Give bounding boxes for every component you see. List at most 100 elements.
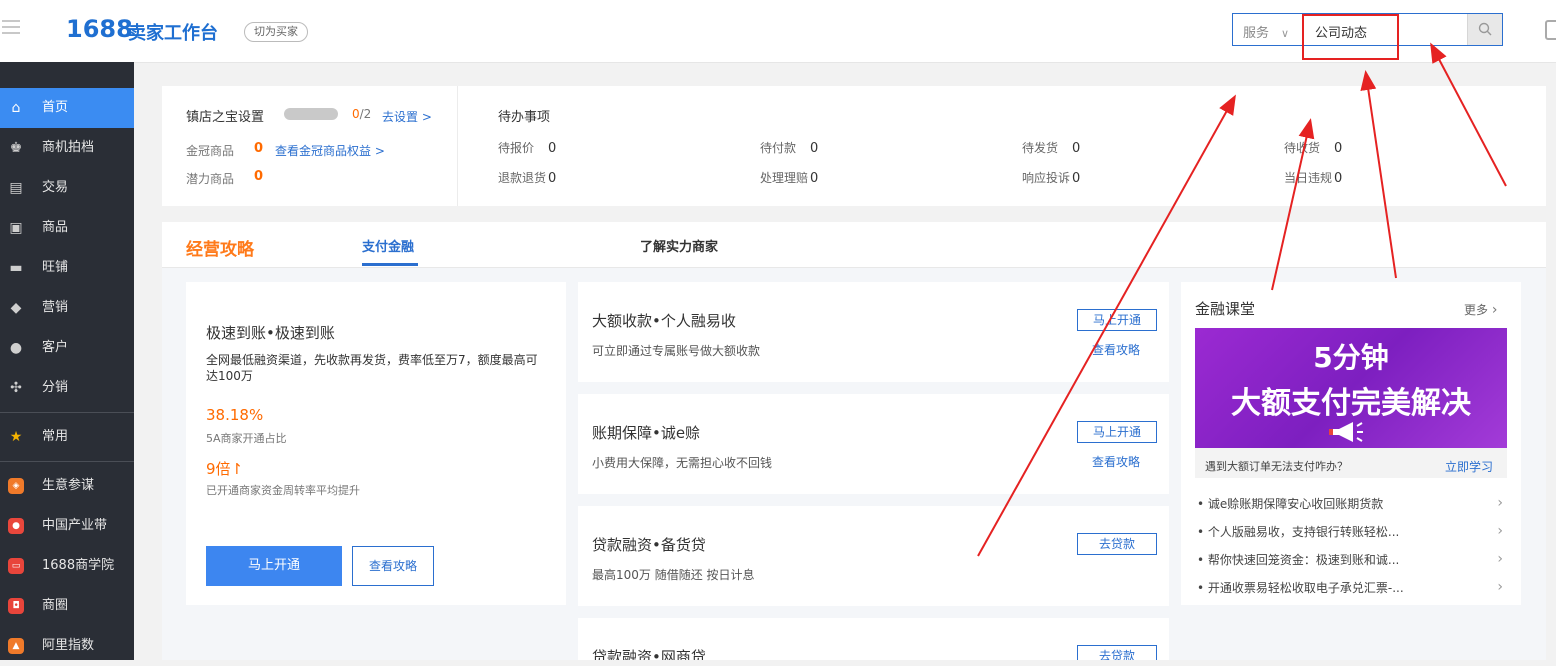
chevron-right-icon: ›	[1497, 523, 1503, 539]
learn-now-link[interactable]: 立即学习	[1445, 458, 1493, 475]
service-loan-button[interactable]: 去贷款	[1077, 533, 1157, 555]
tag-icon: ◆	[10, 300, 22, 316]
search-scope-select[interactable]: 服务 ∨	[1243, 22, 1289, 41]
todo-item[interactable]: 待发货 0	[1022, 139, 1080, 156]
progress-bar	[284, 108, 338, 120]
promo-title: 极速到账•极速到账	[206, 324, 335, 342]
promo-card: 极速到账•极速到账 全网最低融资渠道，先收款再发货，费率低至万7，额度最高可达1…	[186, 282, 566, 605]
sidebar-item-goods[interactable]: ▣ 商品	[0, 208, 134, 248]
sidebar-item-trade[interactable]: ▤ 交易	[0, 168, 134, 208]
todo-item[interactable]: 当日违规 0	[1284, 169, 1342, 186]
annotation-highlight-box	[1302, 14, 1399, 60]
sidebar-item-home[interactable]: ⌂ 首页	[0, 88, 134, 128]
home-icon: ⌂	[11, 100, 21, 116]
todo-label: 退款退货	[498, 171, 547, 185]
todo-value: 0	[1072, 171, 1081, 186]
logo-text[interactable]: 卖家工作台	[128, 19, 218, 45]
todo-value: 0	[1072, 141, 1081, 156]
more-link[interactable]: 更多 ›	[1464, 301, 1497, 318]
service-desc: 可立即通过专属账号做大额收款	[592, 344, 761, 358]
todo-item[interactable]: 退款退货 0	[498, 169, 556, 186]
search-button[interactable]	[1467, 14, 1502, 45]
sidebar-item-label: 旺铺	[42, 260, 69, 275]
sidebar-item-business-circle[interactable]: ◘ 商圈	[0, 586, 134, 626]
active-tab-underline	[362, 263, 418, 266]
switch-to-buyer-button[interactable]: 切为买家	[244, 22, 308, 42]
todo-item[interactable]: 待收货 0	[1284, 139, 1342, 156]
course-item-label: 帮你快速回笼资金：极速到账和诚...	[1207, 553, 1400, 567]
service-card: 贷款融资•备货贷 最高100万 随借随还 按日计息 去贷款	[578, 506, 1169, 606]
divider	[457, 86, 458, 206]
tab-payment-finance[interactable]: 支付金融	[362, 236, 414, 255]
service-open-button[interactable]: 马上开通	[1077, 309, 1157, 331]
menu-toggle-icon[interactable]	[2, 20, 20, 36]
compass-icon: ◈	[8, 478, 24, 494]
sidebar-item-industry-belt[interactable]: ● 中国产业带	[0, 506, 134, 546]
sidebar-item-label: 常用	[42, 429, 69, 444]
todo-value: 0	[548, 171, 557, 186]
sidebar-item-customer[interactable]: ● 客户	[0, 328, 134, 368]
course-list-item[interactable]: • 诚e赊账期保障安心收回账期货款 ›	[1197, 495, 1507, 512]
sidebar-item-distribution[interactable]: ✣ 分销	[0, 368, 134, 408]
potential-goods-label: 潜力商品	[186, 172, 235, 186]
sidebar-item-common[interactable]: ★ 常用	[0, 417, 134, 457]
sidebar-item-business-advisor[interactable]: ◈ 生意参谋	[0, 466, 134, 506]
course-banner-image[interactable]: 5分钟 大额支付完美解决	[1195, 328, 1507, 448]
service-open-button[interactable]: 马上开通	[1077, 421, 1157, 443]
todo-value: 0	[810, 141, 819, 156]
sidebar-item-label: 营销	[42, 300, 69, 315]
sidebar-item-store[interactable]: ▬ 旺铺	[0, 248, 134, 288]
todo-value: 0	[548, 141, 557, 156]
todo-item[interactable]: 响应投诉 0	[1022, 169, 1080, 186]
store-icon: ▬	[9, 260, 23, 276]
sidebar-item-business-school[interactable]: ▭ 1688商学院	[0, 546, 134, 586]
service-guide-link[interactable]: 查看攻略	[1092, 453, 1140, 470]
shop-treasure-title: 镇店之宝设置	[186, 110, 265, 125]
service-loan-button[interactable]: 去贷款	[1077, 645, 1157, 660]
service-card: 大额收款•个人融易收 可立即通过专属账号做大额收款 马上开通 查看攻略	[578, 282, 1169, 382]
sidebar-item-label: 阿里指数	[42, 638, 95, 653]
course-item-label: 开通收票易轻松收取电子承兑汇票-...	[1207, 581, 1404, 595]
sidebar-item-partner[interactable]: ♚ 商机拍档	[0, 128, 134, 168]
course-list-item[interactable]: • 个人版融易收，支持银行转账轻松... ›	[1197, 523, 1507, 540]
shop-treasure-count: 0/2	[352, 107, 371, 121]
todo-value: 0	[1334, 141, 1343, 156]
crown-benefits-link[interactable]: 查看金冠商品权益 >	[275, 142, 385, 159]
course-item-label: 个人版融易收，支持银行转账轻松...	[1207, 525, 1400, 539]
sidebar-item-label: 分销	[42, 380, 69, 395]
sidebar-item-marketing[interactable]: ◆ 营销	[0, 288, 134, 328]
box-icon: ▣	[9, 220, 23, 236]
chevron-down-icon: ∨	[1281, 27, 1290, 40]
divider	[0, 412, 134, 413]
message-icon[interactable]	[1545, 20, 1556, 40]
sidebar: ⌂ 首页 ♚ 商机拍档 ▤ 交易 ▣ 商品 ▬ 旺铺 ◆ 营销 ● 客户 ✣ 分…	[0, 62, 134, 660]
star-icon: ★	[9, 429, 23, 445]
sidebar-item-label: 商品	[42, 220, 69, 235]
course-list-item[interactable]: • 帮你快速回笼资金：极速到账和诚... ›	[1197, 551, 1507, 568]
service-title: 账期保障•诚e赊	[592, 424, 701, 442]
search-scope-label: 服务	[1243, 26, 1270, 41]
course-item-label: 诚e赊账期保障安心收回账期货款	[1207, 497, 1384, 511]
sidebar-item-label: 商机拍档	[42, 140, 95, 155]
tab-strong-merchant[interactable]: 了解实力商家	[640, 236, 718, 255]
todo-value: 0	[810, 171, 819, 186]
banner-line2: 大额支付完美解决	[1231, 386, 1471, 421]
crown-icon: ♚	[9, 140, 23, 156]
todo-item[interactable]: 待付款 0	[760, 139, 818, 156]
service-guide-link[interactable]: 查看攻略	[1092, 341, 1140, 358]
divider	[0, 461, 134, 462]
course-list-item[interactable]: • 开通收票易轻松收取电子承兑汇票-... ›	[1197, 579, 1507, 596]
count-current: 0	[352, 107, 360, 121]
sidebar-item-label: 商圈	[42, 598, 69, 613]
sidebar-item-label: 交易	[42, 180, 69, 195]
todo-item[interactable]: 待报价 0	[498, 139, 556, 156]
todo-label: 响应投诉	[1022, 171, 1071, 185]
view-guide-button[interactable]: 查看攻略	[352, 546, 434, 586]
setup-link[interactable]: 去设置 >	[382, 108, 432, 125]
open-now-button[interactable]: 马上开通	[206, 546, 342, 586]
logo-number[interactable]: 1688	[66, 15, 133, 43]
service-title: 贷款融资•网商贷	[592, 648, 706, 660]
todo-item[interactable]: 处理理赔 0	[760, 169, 818, 186]
service-desc: 最高100万 随借随还 按日计息	[592, 568, 755, 582]
sidebar-item-ali-index[interactable]: ▲ 阿里指数	[0, 626, 134, 666]
